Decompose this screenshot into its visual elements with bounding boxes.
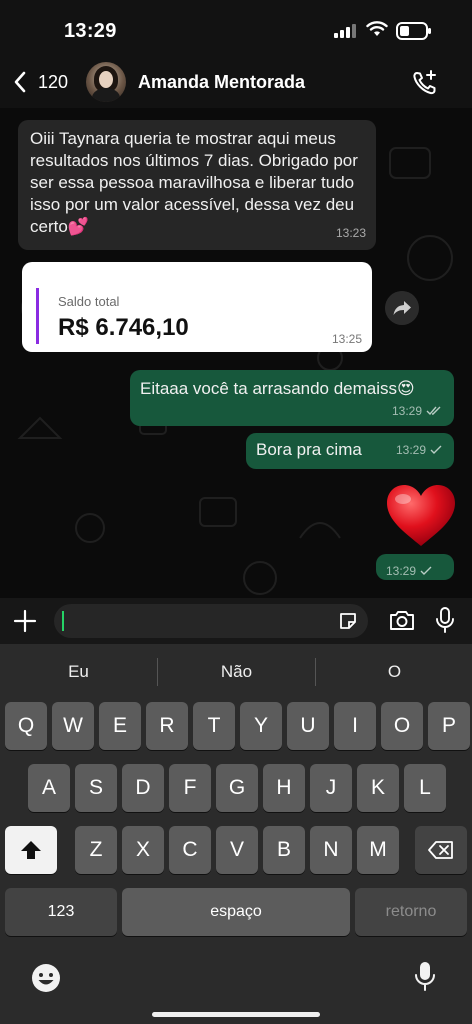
contact-name[interactable]: Amanda Mentorada [138, 72, 305, 93]
balance-label: Saldo total [58, 294, 120, 309]
battery-icon [396, 22, 431, 40]
message-text: Eitaaa você ta arrasando demaiss😍 [140, 379, 415, 398]
message-time: 13:29 [386, 560, 432, 582]
text-cursor [62, 611, 64, 631]
message-input-bar [0, 598, 472, 644]
message-bubble-outgoing[interactable]: Eitaaa você ta arrasando demaiss😍 13:29 [130, 370, 454, 426]
message-input[interactable] [54, 604, 368, 638]
emoji-icon[interactable] [30, 962, 62, 994]
suggestion-2[interactable]: Não [158, 644, 315, 700]
key-u[interactable]: U [287, 702, 329, 750]
key-x[interactable]: X [122, 826, 164, 874]
mic-icon[interactable] [434, 606, 456, 634]
status-bar: 13:29 [0, 0, 472, 56]
key-y[interactable]: Y [240, 702, 282, 750]
message-bubble-incoming[interactable]: Oiii Taynara queria te mostrar aqui meus… [18, 120, 376, 250]
message-time-badge: 13:29 [376, 554, 454, 580]
sticker-icon[interactable] [338, 611, 358, 631]
add-call-icon[interactable] [410, 68, 440, 98]
key-f[interactable]: F [169, 764, 211, 812]
key-d[interactable]: D [122, 764, 164, 812]
key-a[interactable]: A [28, 764, 70, 812]
back-button[interactable]: 120 [12, 68, 84, 96]
avatar[interactable] [86, 62, 126, 102]
key-l[interactable]: L [404, 764, 446, 812]
double-check-icon [426, 406, 441, 416]
heart-emoji-message[interactable] [384, 482, 458, 550]
suggestion-3[interactable]: O [316, 644, 472, 700]
chevron-left-icon [14, 71, 26, 93]
card-accent-bar [36, 288, 39, 344]
key-s[interactable]: S [75, 764, 117, 812]
return-key[interactable]: retorno [355, 888, 467, 936]
key-z[interactable]: Z [75, 826, 117, 874]
key-n[interactable]: N [310, 826, 352, 874]
key-p[interactable]: P [428, 702, 470, 750]
suggestion-1[interactable]: Eu [0, 644, 157, 700]
message-bubble-outgoing[interactable]: Bora pra cima 13:29 [246, 433, 454, 469]
forward-icon[interactable] [385, 291, 419, 325]
numbers-key[interactable]: 123 [5, 888, 117, 936]
shift-icon [21, 841, 41, 859]
key-j[interactable]: J [310, 764, 352, 812]
key-b[interactable]: B [263, 826, 305, 874]
key-q[interactable]: Q [5, 702, 47, 750]
chat-area[interactable]: Oiii Taynara queria te mostrar aqui meus… [0, 108, 472, 598]
status-time: 13:29 [64, 20, 117, 42]
key-h[interactable]: H [263, 764, 305, 812]
key-v[interactable]: V [216, 826, 258, 874]
home-indicator[interactable] [152, 1012, 320, 1017]
signal-icon [334, 24, 356, 38]
message-time: 13:29 [396, 439, 442, 461]
unread-count: 120 [38, 71, 69, 92]
check-icon [430, 445, 442, 454]
key-o[interactable]: O [381, 702, 423, 750]
key-w[interactable]: W [52, 702, 94, 750]
keyboard: Eu Não O Q W E R T Y U I O P A S D F G H… [0, 644, 472, 1024]
key-g[interactable]: G [216, 764, 258, 812]
backspace-icon [428, 841, 453, 859]
message-time: 13:23 [335, 226, 366, 240]
message-time: 13:25 [331, 332, 362, 346]
plus-icon[interactable] [12, 608, 38, 634]
image-message-balance[interactable]: Saldo total R$ 6.746,10 13:25 [22, 262, 372, 352]
check-icon [420, 566, 432, 575]
camera-icon[interactable] [388, 608, 416, 632]
delete-key[interactable] [415, 826, 467, 874]
key-t[interactable]: T [193, 702, 235, 750]
wifi-icon [366, 21, 388, 36]
dictation-mic-icon[interactable] [414, 960, 436, 992]
key-k[interactable]: K [357, 764, 399, 812]
key-e[interactable]: E [99, 702, 141, 750]
key-r[interactable]: R [146, 702, 188, 750]
key-c[interactable]: C [169, 826, 211, 874]
message-time: 13:29 [392, 400, 442, 422]
key-i[interactable]: I [334, 702, 376, 750]
balance-value: R$ 6.746,10 [58, 314, 189, 341]
space-key[interactable]: espaço [122, 888, 350, 936]
key-m[interactable]: M [357, 826, 399, 874]
chat-header: 120 Amanda Mentorada [0, 56, 472, 108]
shift-key[interactable] [5, 826, 57, 874]
message-text: Oiii Taynara queria te mostrar aqui meus… [30, 129, 358, 236]
